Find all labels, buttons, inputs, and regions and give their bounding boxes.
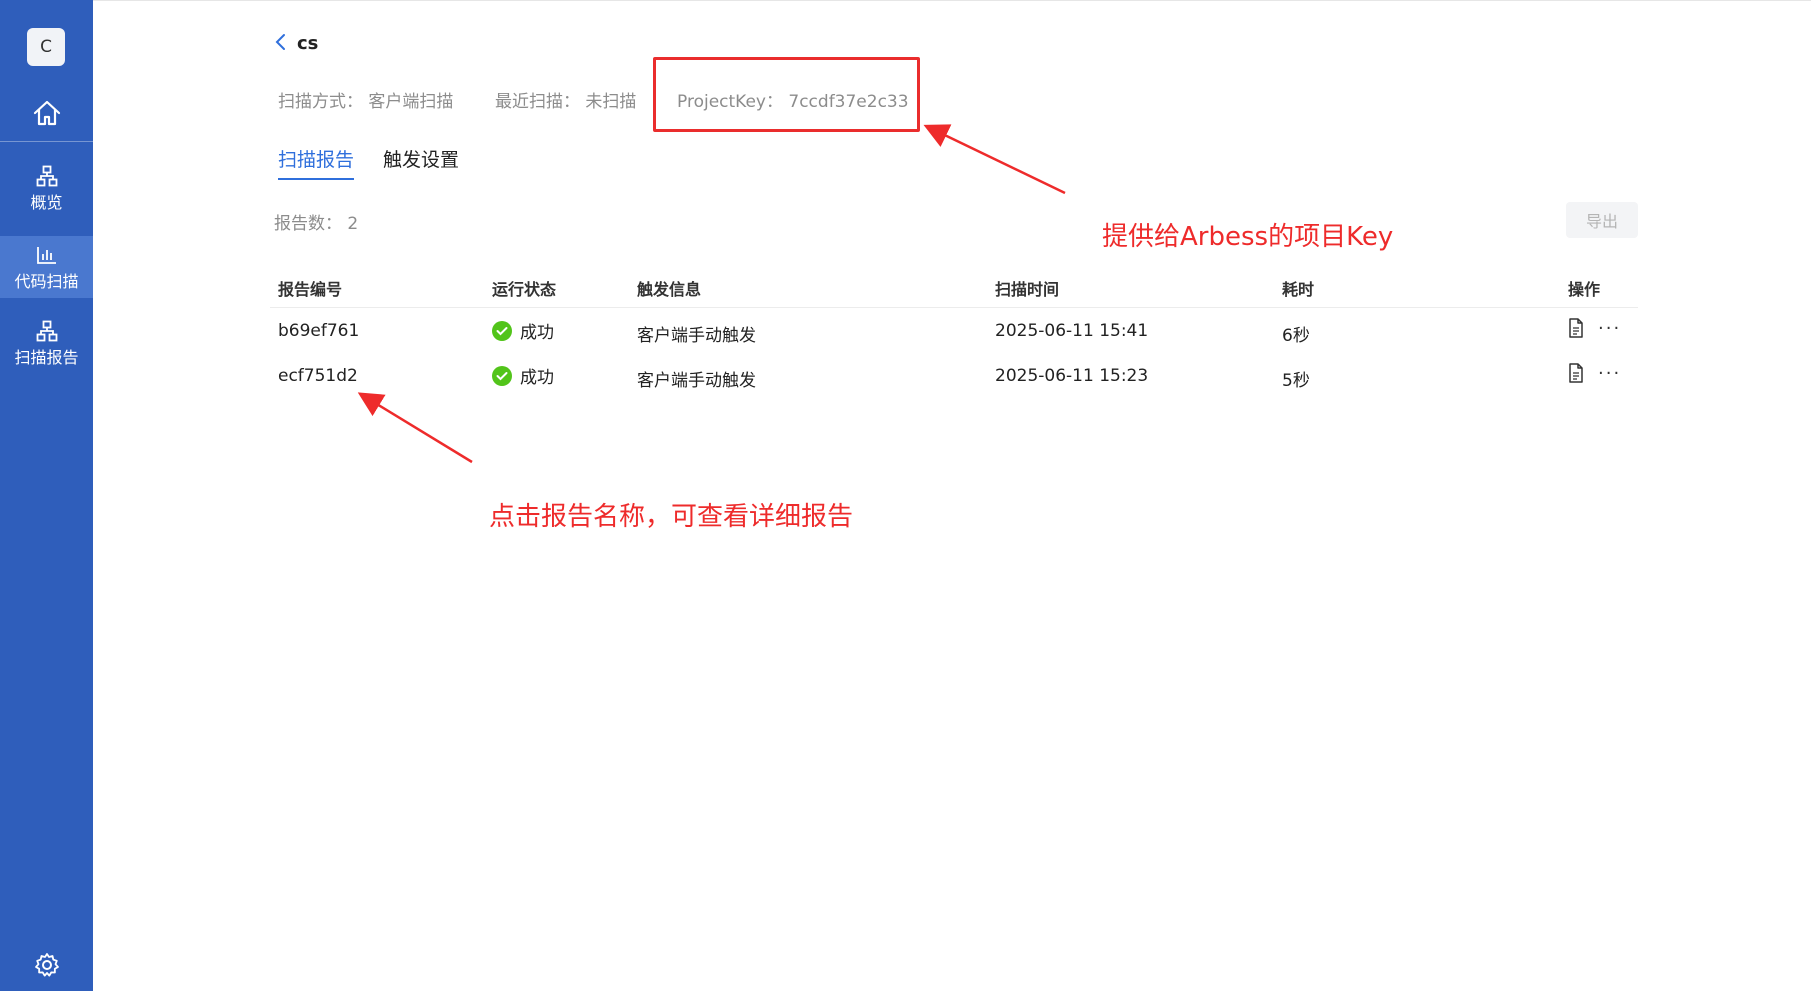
column-header-trigger: 触发信息	[637, 280, 702, 299]
column-header-duration: 耗时	[1282, 280, 1315, 299]
settings-button[interactable]	[0, 950, 93, 984]
annotation-project-key: 提供给Arbess的项目Key	[1102, 222, 1394, 252]
page-title: cs	[297, 33, 319, 54]
arrow-to-report-id	[357, 392, 473, 464]
status-text: 成功	[520, 368, 554, 388]
chevron-left-icon	[274, 33, 286, 55]
home-button[interactable]	[0, 92, 93, 138]
org-icon	[36, 318, 58, 344]
check-circle-icon	[492, 365, 512, 386]
annotation-report-name: 点击报告名称，可查看详细报告	[489, 502, 854, 532]
tab-scan-reports[interactable]: 扫描报告	[278, 145, 355, 180]
sidebar-item-label: 代码扫描	[14, 272, 79, 291]
table-row	[270, 355, 1638, 397]
export-button[interactable]: 导出	[1566, 202, 1638, 238]
scan-method: 扫描方式： 客户端扫描	[278, 92, 454, 112]
more-icon[interactable]: ···	[1598, 319, 1621, 338]
status-cell: 成功	[492, 363, 554, 388]
table-header-divider	[270, 307, 1638, 308]
sidebar-item-scan-reports[interactable]: 扫描报告	[0, 312, 93, 374]
document-icon[interactable]	[1568, 318, 1584, 343]
duration: 5秒	[1282, 371, 1310, 391]
back-button[interactable]	[270, 34, 290, 54]
check-circle-icon	[492, 320, 512, 341]
sidebar-item-overview[interactable]: 概览	[0, 157, 93, 219]
top-divider	[93, 0, 1811, 1]
sidebar-divider	[0, 141, 93, 142]
column-header-report-id: 报告编号	[278, 280, 343, 299]
scan-time: 2025-06-11 15:23	[995, 366, 1149, 386]
document-icon[interactable]	[1568, 363, 1584, 388]
duration: 6秒	[1282, 326, 1310, 346]
trigger-info: 客户端手动触发	[637, 371, 756, 391]
report-id-link[interactable]: b69ef761	[278, 321, 359, 341]
project-key-highlight	[653, 57, 920, 132]
avatar-letter: C	[40, 37, 52, 57]
row-actions: ···	[1568, 318, 1621, 343]
org-icon	[36, 163, 58, 189]
status-cell: 成功	[492, 318, 554, 343]
home-icon	[32, 99, 62, 131]
trigger-info: 客户端手动触发	[637, 326, 756, 346]
sidebar-item-label: 扫描报告	[14, 348, 79, 367]
column-header-status: 运行状态	[492, 280, 557, 299]
project-avatar[interactable]: C	[27, 28, 65, 66]
sidebar-item-label: 概览	[30, 193, 63, 212]
report-id-link[interactable]: ecf751d2	[278, 366, 358, 386]
tab-trigger-settings[interactable]: 触发设置	[383, 145, 459, 178]
status-text: 成功	[520, 323, 554, 343]
scan-time: 2025-06-11 15:41	[995, 321, 1149, 341]
annotation-arrows	[357, 124, 1066, 464]
bar-chart-icon	[36, 242, 58, 268]
sidebar-item-code-scan[interactable]: 代码扫描	[0, 236, 93, 298]
column-header-actions: 操作	[1568, 280, 1601, 299]
more-icon[interactable]: ···	[1598, 364, 1621, 383]
arrow-to-project-key	[923, 124, 1066, 195]
sidebar: C 概览 代码扫描 扫描报告	[0, 0, 93, 991]
column-header-scan-time: 扫描时间	[995, 280, 1060, 299]
gear-icon	[34, 952, 60, 982]
report-count: 报告数： 2	[274, 214, 359, 234]
recent-scan: 最近扫描： 未扫描	[495, 92, 637, 112]
row-actions: ···	[1568, 363, 1621, 388]
table-row	[270, 310, 1638, 352]
